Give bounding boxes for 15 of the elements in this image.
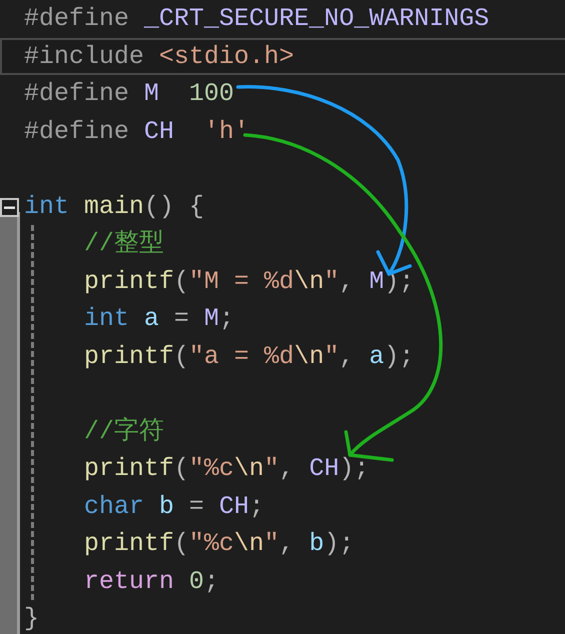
- code-line: printf("a = %d\n", a);: [84, 340, 414, 372]
- code-line: //整型: [84, 228, 164, 260]
- code-line: }: [24, 603, 40, 634]
- code-line: int a = M;: [84, 303, 234, 335]
- code-line: #define _CRT_SECURE_NO_WARNINGS: [24, 3, 490, 35]
- code-line: #define M 100: [24, 78, 234, 110]
- code-line: printf("%c\n", CH);: [84, 453, 370, 485]
- code-line: return 0;: [84, 566, 220, 598]
- code-line: #define CH 'h': [24, 116, 250, 148]
- code-line: printf("%c\n", b);: [84, 528, 354, 560]
- collapse-icon[interactable]: [0, 198, 19, 216]
- code-line: int main() {: [24, 190, 204, 222]
- code-line: //字符: [84, 416, 164, 448]
- code-line: #include <stdio.h>: [24, 40, 294, 72]
- code-line: char b = CH;: [84, 490, 264, 522]
